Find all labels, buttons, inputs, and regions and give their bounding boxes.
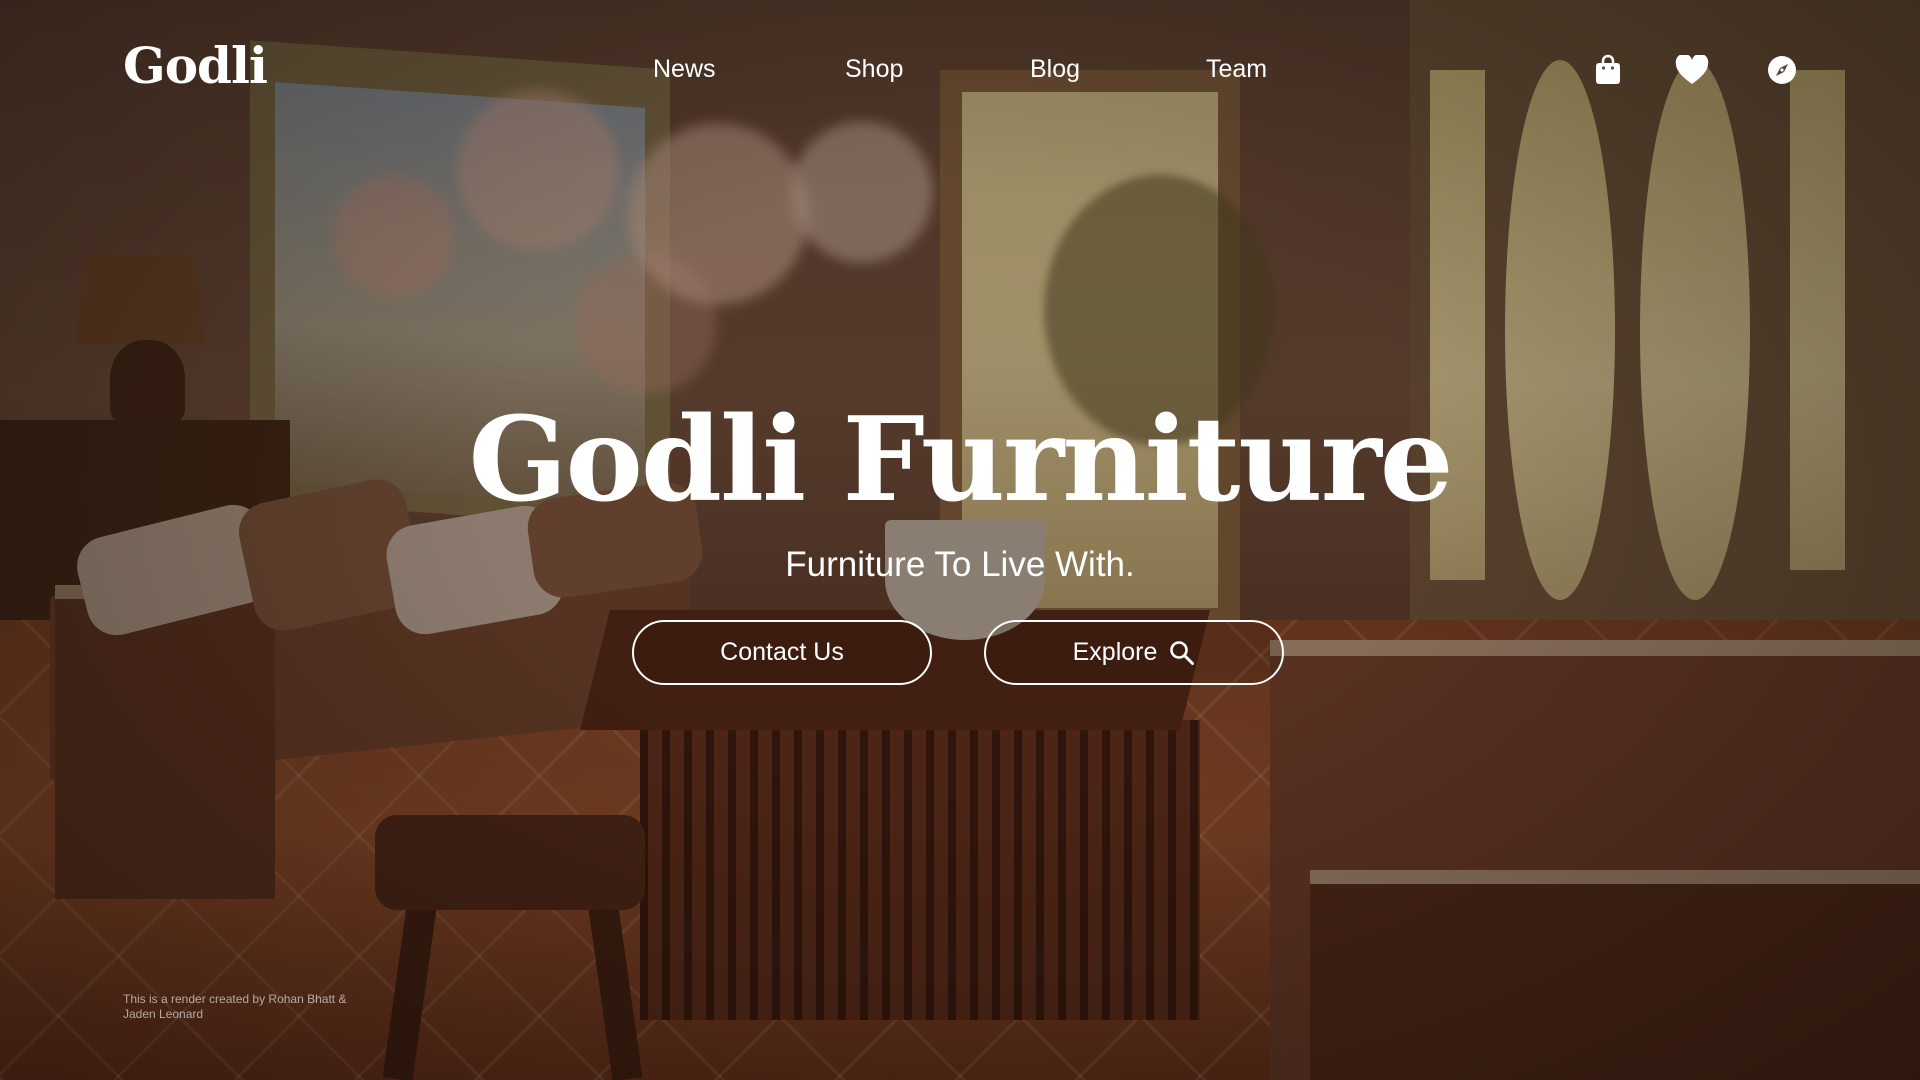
search-icon (1170, 640, 1195, 665)
nav-link-blog[interactable]: Blog (1030, 55, 1080, 84)
hero-subtitle: Furniture To Live With. (785, 545, 1135, 584)
nav-link-news[interactable]: News (653, 55, 716, 84)
render-credit: This is a render created by Rohan Bhatt … (123, 992, 347, 1021)
nav-link-team[interactable]: Team (1206, 55, 1267, 84)
heart-icon (1675, 55, 1709, 84)
explore-label: Explore (1072, 638, 1158, 666)
nav-link-shop[interactable]: Shop (845, 55, 903, 84)
hero-background-image (0, 0, 1920, 1080)
shopping-bag-icon (1596, 54, 1620, 84)
page: Godli News Shop Blog Team Godli Furnitur… (0, 0, 1920, 1080)
compass-icon (1768, 56, 1796, 84)
cart-button[interactable] (1590, 52, 1626, 88)
wishlist-button[interactable] (1674, 52, 1710, 88)
explore-button[interactable]: Explore (984, 620, 1284, 685)
vignette-overlay (0, 0, 1920, 1080)
explore-compass-button[interactable] (1764, 52, 1800, 88)
contact-us-button[interactable]: Contact Us (632, 620, 932, 685)
top-navigation: Godli News Shop Blog Team (0, 0, 1920, 145)
hero-title: Godli Furniture (468, 392, 1453, 528)
contact-us-label: Contact Us (720, 638, 844, 666)
brand-logo[interactable]: Godli (123, 36, 268, 95)
